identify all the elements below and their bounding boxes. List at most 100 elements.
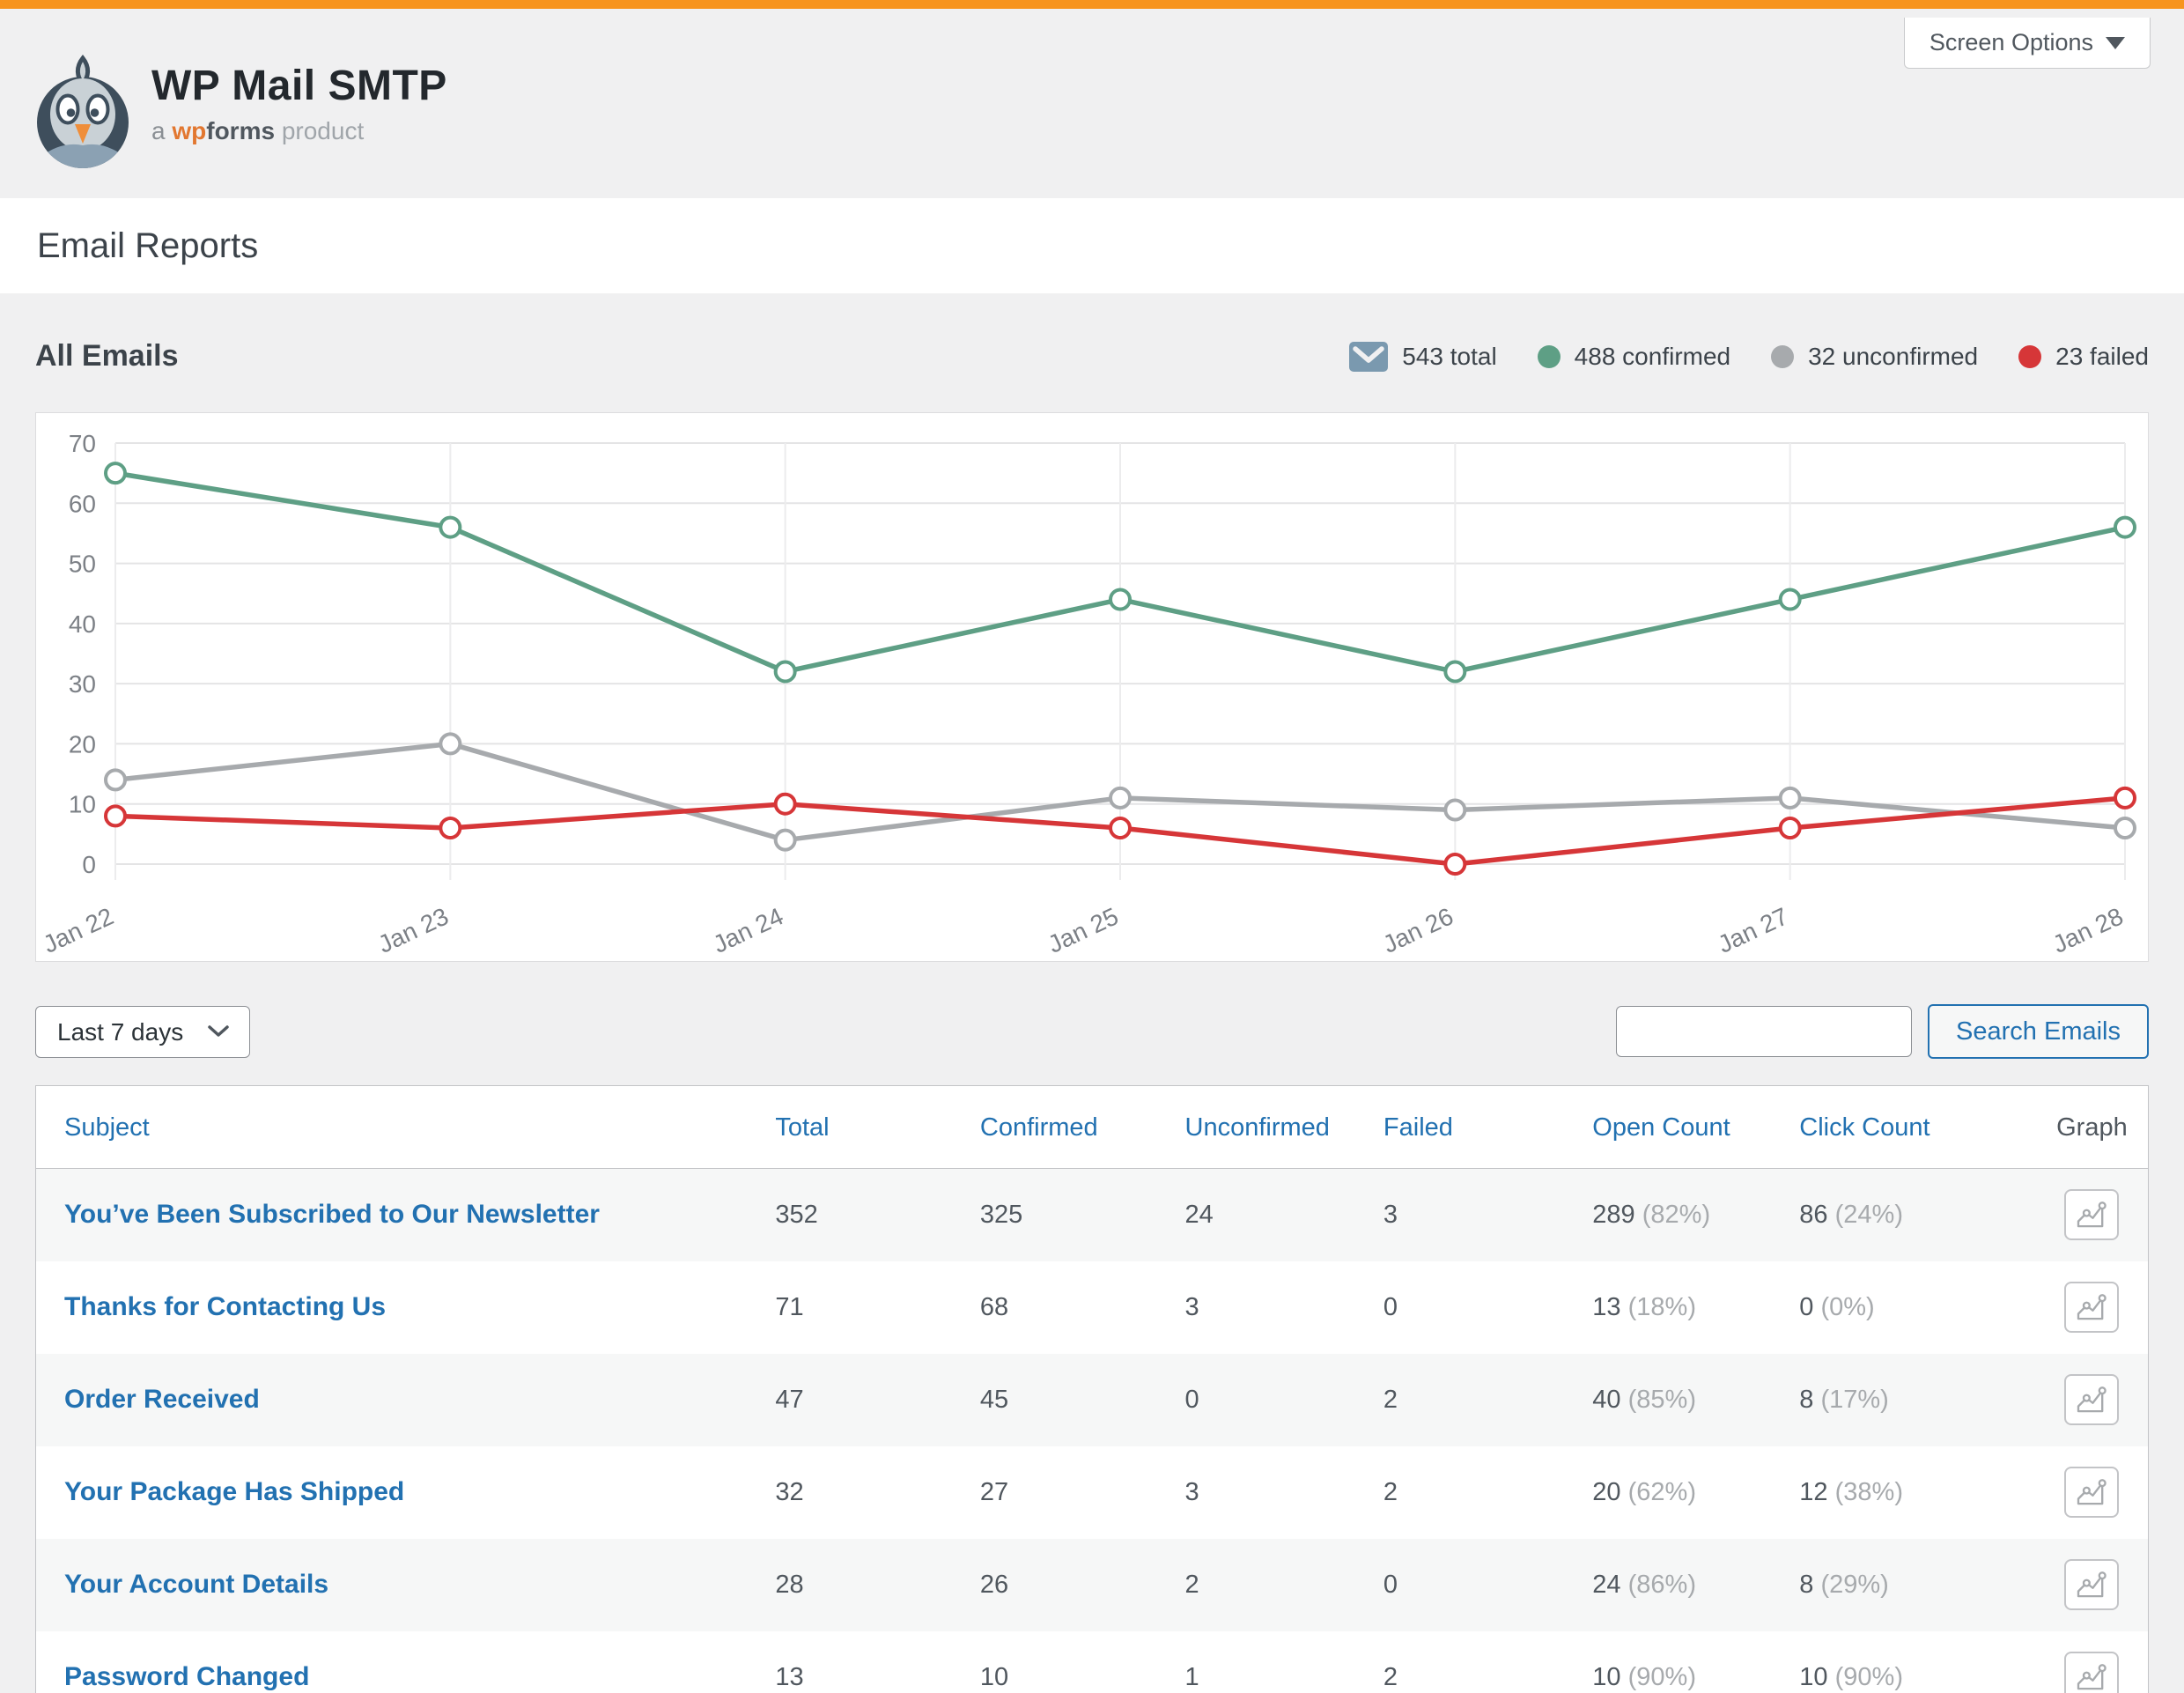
legend-label: 32 unconfirmed (1808, 343, 1978, 371)
open-count-cell: 24 (86%) (1592, 1539, 1799, 1631)
plugin-header: WP Mail SMTP a wpforms product Screen Op… (0, 9, 2184, 198)
legend-item-failed: 23 failed (2018, 343, 2149, 371)
unconfirmed-cell: 0 (1185, 1354, 1383, 1446)
emails-line-chart: 010203040506070Jan 22Jan 23Jan 24Jan 25J… (36, 413, 2148, 961)
svg-text:10: 10 (69, 791, 96, 818)
svg-text:Jan 25: Jan 25 (1044, 902, 1122, 958)
column-header-subject[interactable]: Subject (36, 1086, 775, 1169)
table-row: Order Received47450240 (85%)8 (17%) (36, 1354, 2148, 1446)
table-row: Thanks for Contacting Us71683013 (18%)0 … (36, 1261, 2148, 1354)
graph-button[interactable] (2064, 1652, 2119, 1693)
app-title: WP Mail SMTP (151, 62, 447, 110)
column-header-graph: Graph (2036, 1086, 2148, 1169)
svg-text:Jan 24: Jan 24 (709, 902, 787, 958)
emails-table: SubjectTotalConfirmedUnconfirmedFailedOp… (36, 1086, 2148, 1693)
brand-text: WP Mail SMTP a wpforms product (151, 62, 447, 145)
line-chart-icon (2077, 1201, 2107, 1228)
wpforms-brand-forms: forms (206, 117, 275, 144)
failed-cell: 3 (1383, 1169, 1592, 1261)
unconfirmed-cell: 3 (1185, 1261, 1383, 1354)
emails-table-card: SubjectTotalConfirmedUnconfirmedFailedOp… (35, 1085, 2149, 1693)
search-emails-button[interactable]: Search Emails (1928, 1004, 2149, 1059)
date-range-select-wrap: Last 7 days (35, 1006, 250, 1058)
legend-item-total: 543 total (1349, 342, 1496, 372)
total-cell: 32 (775, 1446, 980, 1539)
graph-button[interactable] (2064, 1374, 2119, 1425)
table-header-row: SubjectTotalConfirmedUnconfirmedFailedOp… (36, 1086, 2148, 1169)
email-subject-link[interactable]: Thanks for Contacting Us (64, 1292, 386, 1321)
failed-cell: 2 (1383, 1446, 1592, 1539)
email-subject-link[interactable]: Your Account Details (64, 1570, 328, 1599)
unconfirmed-cell: 24 (1185, 1169, 1383, 1261)
open-count-cell: 20 (62%) (1592, 1446, 1799, 1539)
open-count-cell: 40 (85%) (1592, 1354, 1799, 1446)
filter-row: Last 7 days Search Emails (35, 1004, 2149, 1059)
confirmed-cell: 325 (980, 1169, 1185, 1261)
svg-text:Jan 27: Jan 27 (1714, 902, 1792, 958)
table-row: You’ve Been Subscribed to Our Newsletter… (36, 1169, 2148, 1261)
table-row: Your Package Has Shipped32273220 (62%)12… (36, 1446, 2148, 1539)
chart-legend: 543 total 488 confirmed 32 unconfirmed 23 f… (1349, 342, 2149, 372)
total-cell: 352 (775, 1169, 980, 1261)
total-cell: 28 (775, 1539, 980, 1631)
graph-button[interactable] (2064, 1467, 2119, 1518)
svg-text:Jan 23: Jan 23 (374, 902, 453, 958)
click-count-cell: 12 (38%) (1799, 1446, 2036, 1539)
confirmed-cell: 45 (980, 1354, 1185, 1446)
confirmed-cell: 27 (980, 1446, 1185, 1539)
svg-text:70: 70 (69, 430, 96, 457)
dot-icon (2018, 345, 2041, 368)
failed-cell: 2 (1383, 1631, 1592, 1693)
envelope-icon (1349, 342, 1388, 372)
legend-item-confirmed: 488 confirmed (1538, 343, 1730, 371)
graph-button[interactable] (2064, 1189, 2119, 1240)
svg-text:20: 20 (69, 730, 96, 758)
email-reports-page: WP Mail SMTP a wpforms product Screen Op… (0, 0, 2184, 1693)
search-input[interactable] (1616, 1006, 1912, 1057)
line-chart-icon (2077, 1386, 2107, 1413)
email-subject-link[interactable]: You’ve Been Subscribed to Our Newsletter (64, 1200, 600, 1229)
top-accent-bar (0, 0, 2184, 9)
open-count-cell: 289 (82%) (1592, 1169, 1799, 1261)
click-count-cell: 10 (90%) (1799, 1631, 2036, 1693)
pigeon-logo-icon (37, 38, 129, 170)
screen-options-button[interactable]: Screen Options (1904, 18, 2151, 69)
svg-text:60: 60 (69, 490, 96, 517)
graph-button[interactable] (2064, 1282, 2119, 1333)
column-header-failed[interactable]: Failed (1383, 1086, 1592, 1169)
legend-label: 23 failed (2055, 343, 2149, 371)
unconfirmed-cell: 1 (1185, 1631, 1383, 1693)
title-band: Email Reports (0, 198, 2184, 293)
date-range-select[interactable]: Last 7 days (35, 1006, 250, 1058)
open-count-cell: 10 (90%) (1592, 1631, 1799, 1693)
unconfirmed-cell: 2 (1185, 1539, 1383, 1631)
click-count-cell: 86 (24%) (1799, 1169, 2036, 1261)
column-header-open-count[interactable]: Open Count (1592, 1086, 1799, 1169)
brand-tagline: a wpforms product (151, 117, 447, 145)
line-chart-icon (2077, 1294, 2107, 1320)
svg-text:40: 40 (69, 610, 96, 638)
section-head: All Emails 543 total488 confirmed32 unco… (35, 339, 2149, 373)
email-subject-link[interactable]: Password Changed (64, 1662, 309, 1691)
graph-button[interactable] (2064, 1559, 2119, 1610)
click-count-cell: 8 (29%) (1799, 1539, 2036, 1631)
svg-text:Jan 28: Jan 28 (2048, 902, 2127, 958)
column-header-total[interactable]: Total (775, 1086, 980, 1169)
click-count-cell: 8 (17%) (1799, 1354, 2036, 1446)
svg-text:0: 0 (82, 851, 96, 878)
dot-icon (1538, 345, 1561, 368)
chart-card: 010203040506070Jan 22Jan 23Jan 24Jan 25J… (35, 412, 2149, 962)
email-subject-link[interactable]: Your Package Has Shipped (64, 1477, 404, 1506)
email-subject-link[interactable]: Order Received (64, 1385, 260, 1414)
svg-text:30: 30 (69, 670, 96, 698)
column-header-confirmed[interactable]: Confirmed (980, 1086, 1185, 1169)
failed-cell: 0 (1383, 1539, 1592, 1631)
chevron-down-icon (2106, 37, 2125, 49)
open-count-cell: 13 (18%) (1592, 1261, 1799, 1354)
dot-icon (1771, 345, 1794, 368)
column-header-unconfirmed[interactable]: Unconfirmed (1185, 1086, 1383, 1169)
content-area: All Emails 543 total488 confirmed32 unco… (0, 339, 2184, 1693)
svg-text:50: 50 (69, 551, 96, 578)
total-cell: 47 (775, 1354, 980, 1446)
column-header-click-count[interactable]: Click Count (1799, 1086, 2036, 1169)
